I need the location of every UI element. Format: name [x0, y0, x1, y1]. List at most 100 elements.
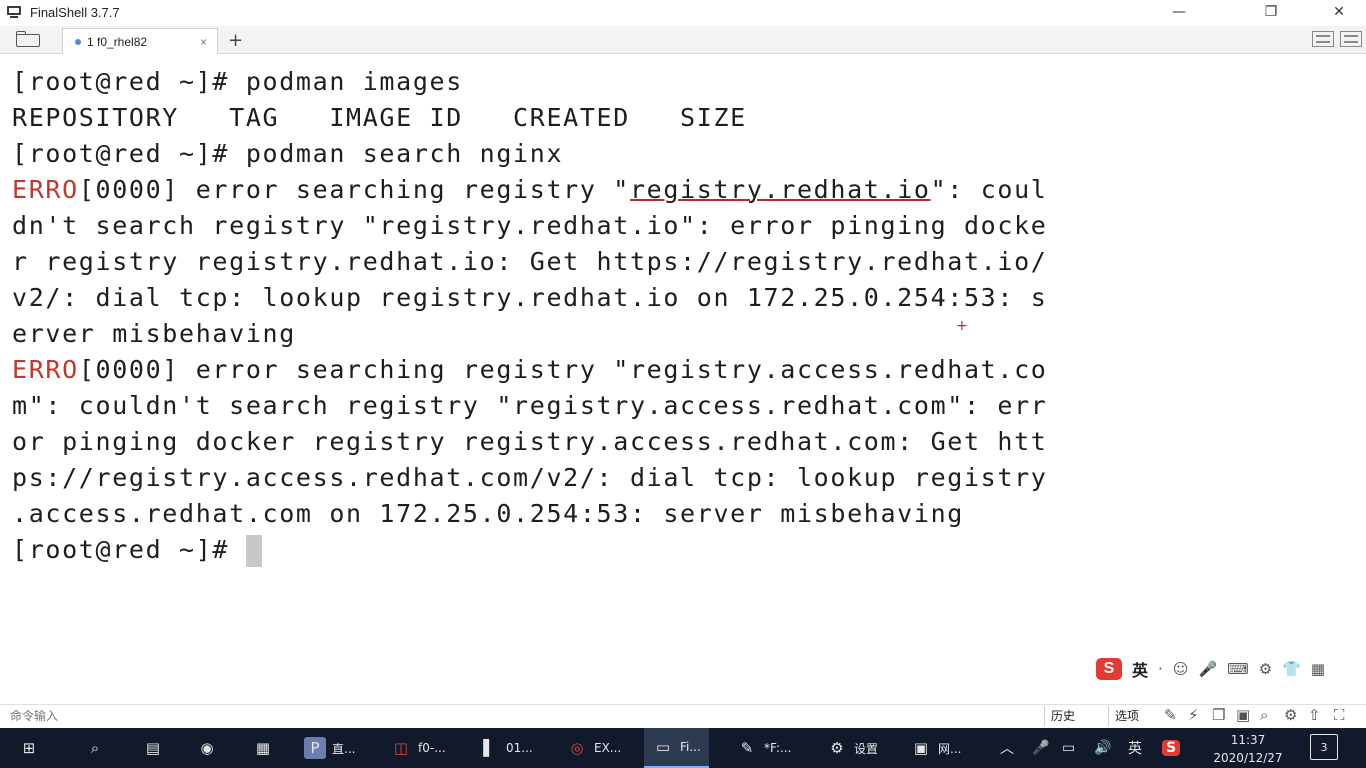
connected-dot-icon	[75, 38, 81, 45]
calculator-icon: ▦	[255, 739, 271, 757]
microphone-icon[interactable]: 🎤	[1198, 660, 1217, 678]
taskbar-app-3[interactable]: ▦	[252, 728, 274, 768]
windows-taskbar: ⊞ ⌕ ▤ ◉ ▦ P 直... ◫ f0-... ▌ 01... ◎ EX... ▭ F…	[0, 728, 1366, 768]
restore-button[interactable]: ❐	[1248, 0, 1294, 24]
terminal-line: dn't search registry "registry.redhat.io…	[12, 211, 1048, 240]
terminal-cursor	[245, 535, 262, 567]
chrome-icon: ◎	[570, 739, 584, 757]
windows-logo-icon: ⊞	[22, 739, 36, 757]
mouse-pointer-icon: +	[956, 318, 968, 334]
finalshell-logo-icon	[6, 5, 22, 19]
window-icon[interactable]: ▣	[1236, 706, 1250, 724]
document-icon: ▌	[483, 739, 495, 757]
sogou-ime-logo-icon[interactable]: S	[1096, 658, 1122, 680]
notification-center-icon[interactable]: 3	[1310, 734, 1338, 760]
terminal-line: r registry registry.redhat.io: Get https…	[12, 247, 1048, 276]
gear-icon[interactable]: ⚙	[1284, 706, 1297, 724]
taskbar-app-1[interactable]: ▤	[142, 728, 164, 768]
app-icon: ▤	[145, 739, 161, 757]
terminal-line: [root@red ~]# podman images	[12, 67, 463, 96]
terminal-text: [0000] error searching registry "	[78, 175, 630, 204]
prompt-text: [root@red ~]#	[12, 535, 246, 564]
taskbar-label: 设置	[854, 741, 879, 756]
taskbar-label: f0-...	[418, 741, 446, 755]
command-input[interactable]	[10, 707, 310, 725]
vm-icon: ◫	[393, 739, 409, 757]
title-bar: FinalShell 3.7.7 — ❐ ✕	[0, 0, 1366, 24]
layout-grid-icon[interactable]	[1312, 31, 1334, 47]
taskbar-app-settings[interactable]: ⚙ 设置	[826, 728, 878, 768]
tab-session-f0-rhel82[interactable]: 1 f0_rhel82 ×	[62, 28, 218, 54]
taskbar-app-editor[interactable]: ✎ *F:...	[736, 728, 792, 768]
close-tab-icon[interactable]: ×	[200, 35, 207, 49]
tray-sogou-icon[interactable]: S	[1162, 728, 1181, 768]
window-title: FinalShell 3.7.7	[30, 4, 120, 20]
keyboard-icon[interactable]: ⌨	[1227, 660, 1249, 678]
gear-icon: ⚙	[830, 739, 844, 757]
terminal-line: REPOSITORY TAG IMAGE ID CREATED SIZE	[12, 103, 747, 132]
taskbar-app-2[interactable]: ◉	[196, 728, 218, 768]
options-button[interactable]: 选项	[1108, 706, 1145, 726]
editor-icon: ✎	[740, 739, 754, 757]
terminal-line: ps://registry.access.redhat.com/v2/: dia…	[12, 463, 1048, 492]
tray-chevron-icon[interactable]: ︿	[1000, 728, 1014, 768]
error-tag: ERRO	[12, 355, 79, 384]
terminal-text: [0000] error searching registry "registr…	[78, 355, 1048, 384]
punctuation-icon[interactable]: ·	[1158, 660, 1163, 678]
scroll-top-icon[interactable]: ⇧	[1308, 706, 1321, 724]
terminal-output[interactable]: [root@red ~]# podman images REPOSITORY T…	[0, 64, 1366, 704]
lightning-icon[interactable]: ⚡	[1188, 706, 1199, 724]
skin-icon[interactable]: 👕	[1282, 660, 1301, 678]
tray-network-icon[interactable]: ▭	[1062, 728, 1075, 768]
search-icon: ⌕	[90, 739, 100, 757]
layout-list-icon[interactable]	[1340, 31, 1362, 47]
add-tab-button[interactable]: +	[228, 30, 243, 51]
finalshell-icon: ▭	[655, 738, 671, 756]
taskbar-app-network[interactable]: ▣ 网...	[910, 728, 962, 768]
taskbar-label: 直...	[332, 741, 356, 756]
clock-date: 2020/12/27	[1213, 751, 1283, 765]
clock-time: 11:37	[1230, 733, 1266, 747]
status-bar: 历史 选项 ✎ ⚡ ❐ ▣ ⌕ ⚙ ⇧ ⛶	[0, 704, 1366, 726]
terminal-text: ": coul	[930, 175, 1048, 204]
settings-icon[interactable]: ⚙	[1259, 660, 1272, 678]
taskbar-label: 网...	[938, 741, 962, 756]
terminal-prompt-line: [root@red ~]#	[12, 532, 1366, 568]
network-app-icon: ▣	[913, 739, 929, 757]
taskbar-app-f0[interactable]: ◫ f0-...	[390, 728, 446, 768]
open-folder-icon[interactable]	[14, 31, 44, 49]
search-icon[interactable]: ⌕	[1260, 706, 1268, 724]
minimize-button[interactable]: —	[1156, 0, 1202, 24]
taskbar-app-01[interactable]: ▌ 01...	[478, 728, 533, 768]
history-button[interactable]: 历史	[1044, 706, 1081, 726]
terminal-line: v2/: dial tcp: lookup registry.redhat.io…	[12, 283, 1048, 312]
taskbar-label: *F:...	[764, 741, 792, 755]
tray-microphone-icon[interactable]: 🎤	[1032, 728, 1049, 768]
tray-language[interactable]: 英	[1128, 728, 1142, 768]
taskbar-label: Fi...	[680, 740, 701, 754]
error-tag: ERRO	[12, 175, 79, 204]
ime-language-toggle[interactable]: 英	[1132, 657, 1148, 681]
fullscreen-icon[interactable]: ⛶	[1334, 706, 1345, 724]
close-window-button[interactable]: ✕	[1316, 0, 1362, 24]
pen-icon[interactable]: ✎	[1164, 706, 1177, 724]
taskbar-search-button[interactable]: ⌕	[84, 728, 106, 768]
tray-volume-icon[interactable]: 🔊	[1094, 728, 1111, 768]
tab-label: 1 f0_rhel82	[87, 34, 148, 49]
ime-toolbar: S 英 · ☺ 🎤 ⌨ ⚙ 👕 ▦	[1094, 656, 1366, 682]
taskbar-label: 01...	[506, 741, 533, 755]
terminal-line: .access.redhat.com on 172.25.0.254:53: s…	[12, 499, 964, 528]
terminal-line: ERRO[0000] error searching registry "reg…	[12, 172, 1366, 208]
start-button[interactable]: ⊞	[18, 728, 40, 768]
terminal-line: or pinging docker registry registry.acce…	[12, 427, 1048, 456]
taskbar-clock[interactable]: 11:37 2020/12/27	[1196, 728, 1300, 768]
emoji-icon[interactable]: ☺	[1173, 660, 1189, 678]
toolbox-icon[interactable]: ▦	[1311, 660, 1325, 678]
taskbar-app-finalshell[interactable]: ▭ Fi...	[644, 728, 709, 768]
browser-icon: ◉	[200, 739, 214, 757]
taskbar-app-ex[interactable]: ◎ EX...	[566, 728, 621, 768]
copy-icon[interactable]: ❐	[1212, 706, 1225, 724]
terminal-line: [root@red ~]# podman search nginx	[12, 139, 564, 168]
underlined-registry: registry.redhat.io	[629, 175, 931, 204]
taskbar-app-live[interactable]: P 直...	[304, 728, 355, 768]
